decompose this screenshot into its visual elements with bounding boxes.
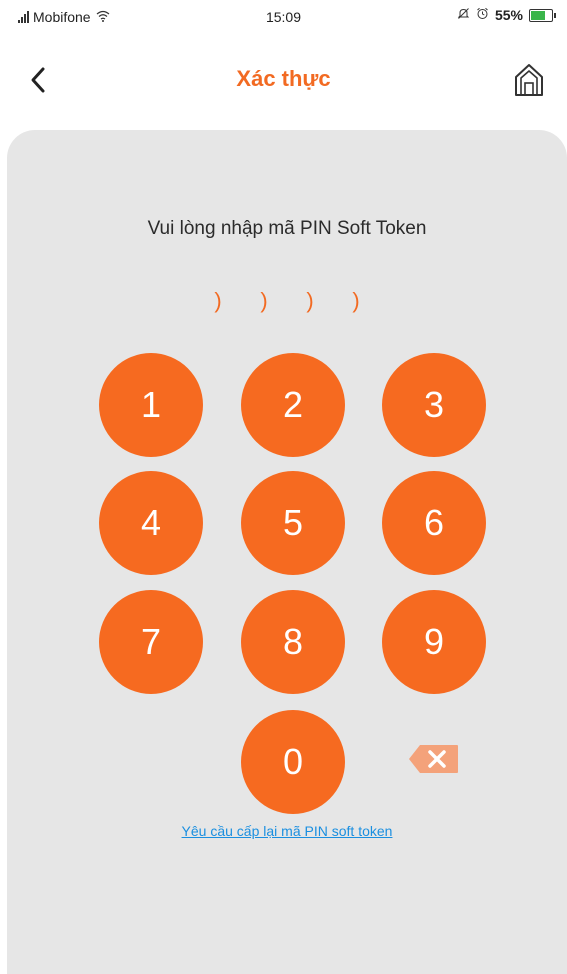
key-2-button[interactable]: 2	[241, 353, 345, 457]
numeric-keypad: 1 2 3 4 5 6 7 8 9 0	[7, 130, 567, 830]
page-title: Xác thực	[236, 66, 331, 91]
key-7-button[interactable]: 7	[99, 590, 203, 694]
key-0-button[interactable]: 0	[241, 710, 345, 814]
key-5-button[interactable]: 5	[241, 471, 345, 575]
app-header: Xác thực	[0, 38, 567, 126]
silent-icon	[457, 7, 470, 23]
status-bar: Mobifone 15:09 55%	[0, 0, 567, 38]
pin-entry-panel: Vui lòng nhập mã PIN Soft Token ) ) ) ) …	[7, 130, 567, 974]
reset-pin-link[interactable]: Yêu cầu cấp lại mã PIN soft token	[7, 823, 567, 839]
battery-icon	[529, 8, 556, 22]
key-4-button[interactable]: 4	[99, 471, 203, 575]
battery-percent: 55%	[494, 7, 523, 23]
status-right: 55%	[457, 7, 556, 23]
home-icon	[515, 64, 543, 96]
key-9-button[interactable]: 9	[382, 590, 486, 694]
key-8-button[interactable]: 8	[241, 590, 345, 694]
key-6-button[interactable]: 6	[382, 471, 486, 575]
key-1-button[interactable]: 1	[99, 353, 203, 457]
key-3-button[interactable]: 3	[382, 353, 486, 457]
backspace-icon	[409, 745, 458, 773]
alarm-icon	[476, 7, 489, 23]
delete-button[interactable]	[408, 743, 460, 775]
home-button[interactable]	[509, 58, 549, 102]
